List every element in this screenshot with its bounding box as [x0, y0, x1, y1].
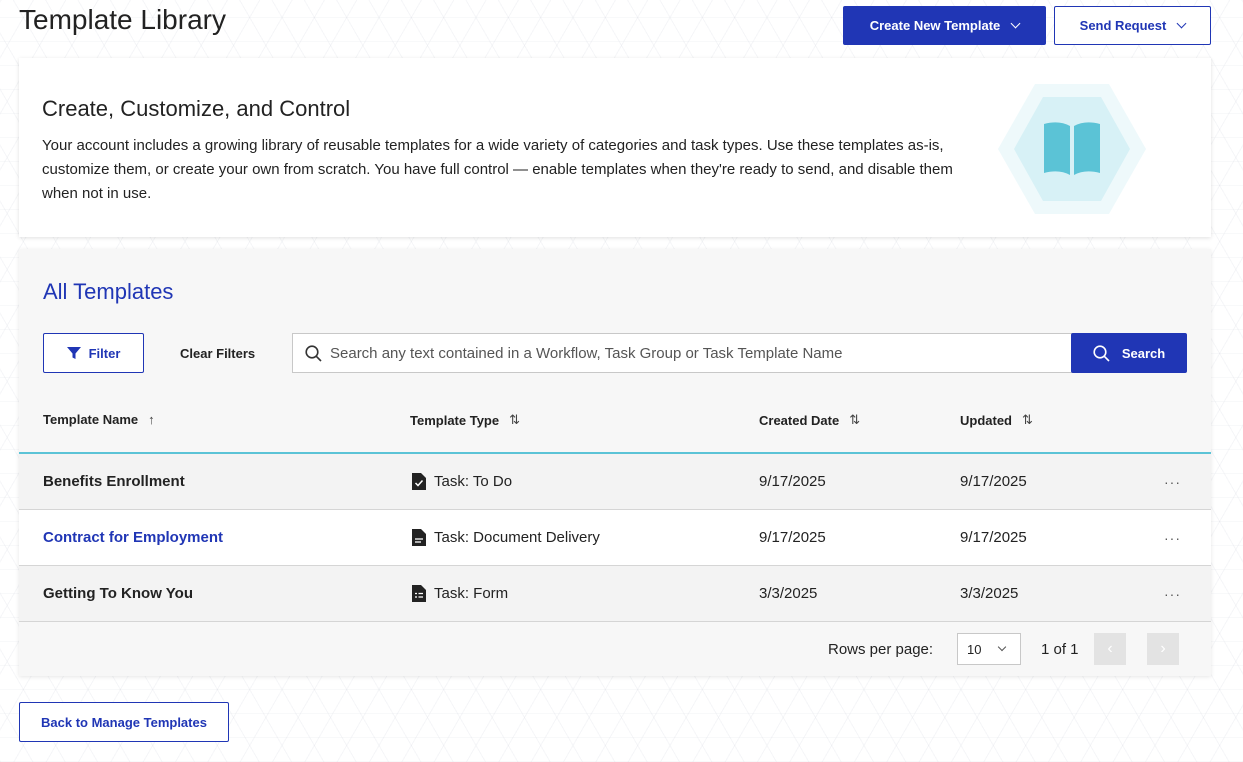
created-date: 9/17/2025	[759, 473, 826, 490]
chevron-left-icon: ‹	[1107, 640, 1113, 657]
column-label: Updated	[960, 412, 1012, 428]
sort-ascending-icon: ↑	[148, 412, 155, 427]
document-delivery-icon	[412, 529, 426, 546]
back-to-manage-templates-button[interactable]: Back to Manage Templates	[19, 702, 229, 742]
rows-per-page-label: Rows per page:	[828, 641, 934, 658]
templates-section: All Templates Filter Clear Filters Searc…	[19, 249, 1211, 676]
column-header-updated[interactable]: Updated ⇅	[960, 412, 1033, 428]
updated-date: 9/17/2025	[960, 529, 1027, 546]
filter-button[interactable]: Filter	[43, 333, 144, 373]
table-row[interactable]: Benefits Enrollment Task: To Do 9/17/202…	[19, 454, 1211, 510]
chevron-right-icon: ›	[1160, 640, 1166, 657]
column-header-created-date[interactable]: Created Date ⇅	[759, 412, 860, 428]
intro-description: Your account includes a growing library …	[42, 137, 953, 202]
send-request-button[interactable]: Send Request	[1054, 6, 1211, 45]
intro-title: Create, Customize, and Control	[42, 96, 351, 121]
section-title: All Templates	[43, 279, 174, 304]
table-row[interactable]: Getting To Know You Task: Form 3/3/2025 …	[19, 566, 1211, 622]
more-options-icon[interactable]: ···	[1164, 454, 1181, 509]
created-date: 9/17/2025	[759, 529, 826, 546]
more-options-icon[interactable]: ···	[1164, 510, 1181, 565]
template-name[interactable]: Getting To Know You	[43, 566, 193, 621]
more-options-icon[interactable]: ···	[1164, 566, 1181, 621]
updated-date: 3/3/2025	[960, 585, 1019, 602]
column-label: Template Type	[410, 412, 500, 428]
search-field	[292, 333, 1073, 373]
chevron-down-icon	[1176, 18, 1187, 29]
rows-per-page-select[interactable]: 10	[957, 633, 1021, 665]
task-todo-icon	[412, 473, 426, 490]
template-name[interactable]: Benefits Enrollment	[43, 454, 185, 509]
intro-card: Create, Customize, and Control Your acco…	[19, 58, 1211, 237]
column-header-template-type[interactable]: Template Type ⇅	[410, 412, 520, 428]
create-new-template-label: Create New Template	[869, 18, 1001, 33]
template-type: Task: To Do	[434, 473, 513, 490]
table-row[interactable]: Contract for Employment Task: Document D…	[19, 510, 1211, 566]
create-new-template-button[interactable]: Create New Template	[843, 6, 1046, 45]
chevron-down-icon	[1010, 18, 1021, 29]
sort-icon: ⇅	[509, 412, 521, 427]
rows-per-page-value: 10	[967, 641, 982, 657]
search-icon	[305, 344, 322, 362]
next-page-button[interactable]: ›	[1147, 633, 1179, 665]
page-info: 1 of 1	[1041, 641, 1079, 658]
search-button-label: Search	[1121, 345, 1166, 361]
sort-icon: ⇅	[1022, 412, 1033, 427]
book-icon	[998, 84, 1146, 214]
search-input[interactable]	[330, 344, 1073, 362]
filter-label: Filter	[88, 345, 121, 361]
previous-page-button[interactable]: ‹	[1094, 633, 1126, 665]
column-label: Template Name	[43, 412, 139, 427]
sort-icon: ⇅	[849, 412, 861, 427]
search-button[interactable]: Search	[1071, 333, 1187, 373]
template-type: Task: Document Delivery	[434, 529, 600, 546]
search-icon	[1093, 344, 1110, 362]
clear-filters-button[interactable]: Clear Filters	[180, 333, 255, 373]
chevron-down-icon	[998, 642, 1007, 652]
column-label: Created Date	[759, 412, 840, 428]
page-title: Template Library	[19, 4, 226, 35]
send-request-label: Send Request	[1079, 18, 1167, 33]
filter-icon	[66, 347, 81, 359]
updated-date: 9/17/2025	[960, 473, 1027, 490]
created-date: 3/3/2025	[759, 585, 818, 602]
form-icon	[412, 585, 426, 602]
template-name[interactable]: Contract for Employment	[43, 510, 223, 565]
column-header-template-name[interactable]: Template Name ↑	[43, 412, 155, 427]
template-type: Task: Form	[434, 585, 509, 602]
